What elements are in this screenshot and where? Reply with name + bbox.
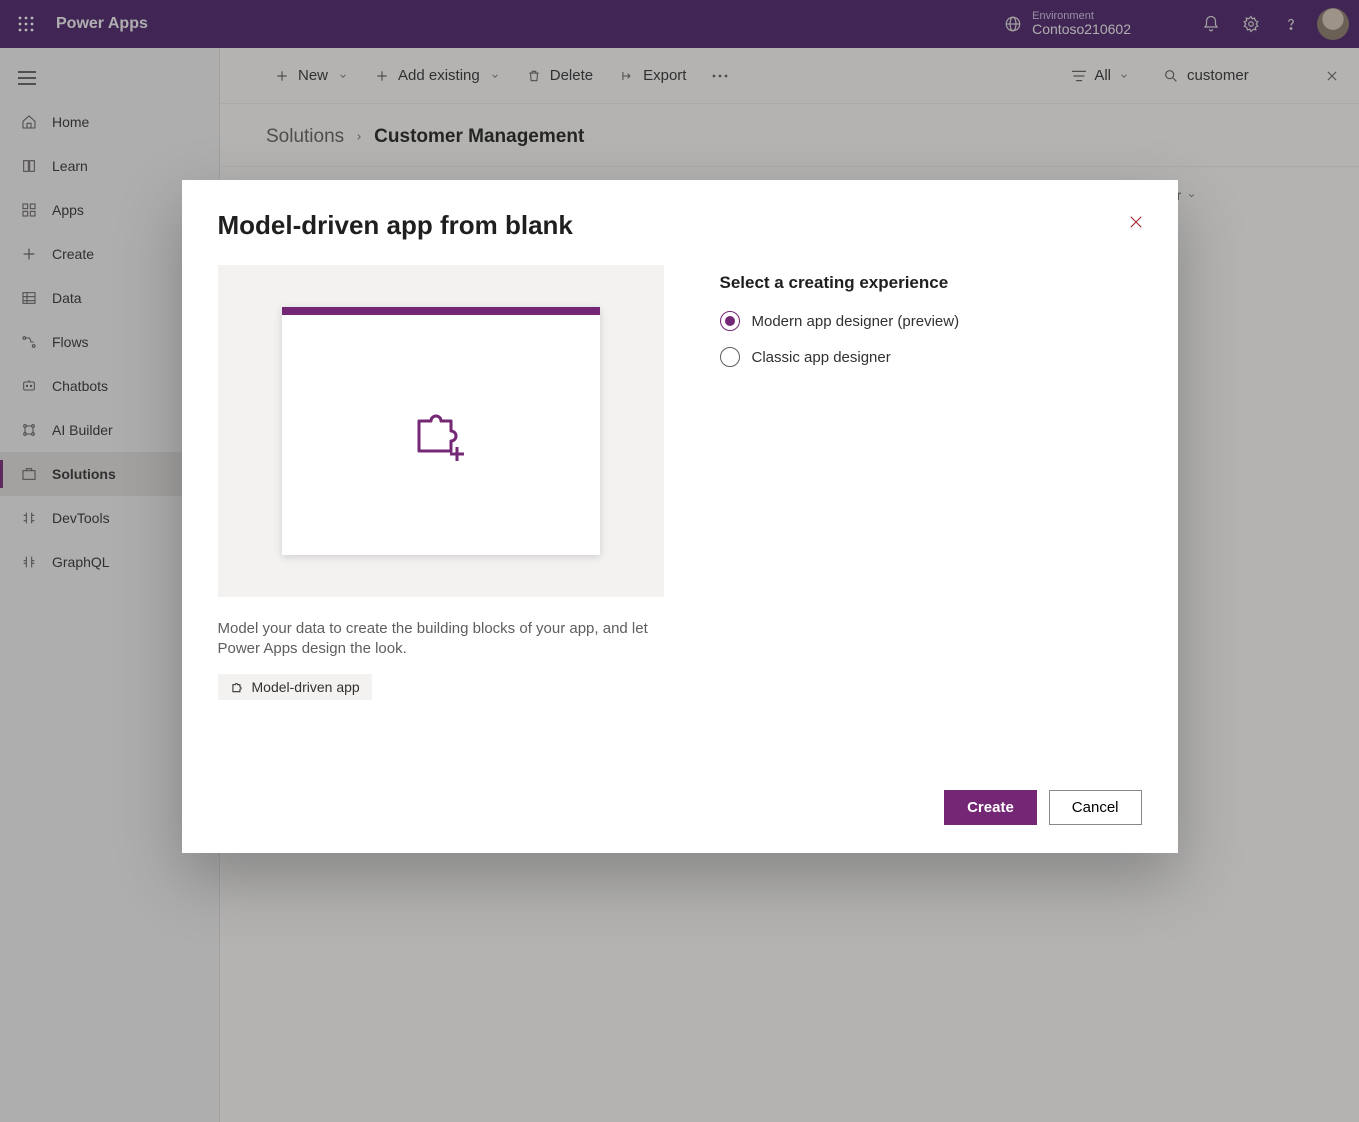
radio-modern-designer[interactable]: Modern app designer (preview) [720,311,960,331]
puzzle-plus-icon [409,407,473,463]
modal-scrim: Model-driven app from blank [0,0,1359,1122]
create-app-dialog: Model-driven app from blank [182,180,1178,853]
radio-icon [720,347,740,367]
puzzle-icon [230,680,244,694]
app-type-tag: Model-driven app [218,674,372,700]
create-button[interactable]: Create [944,790,1037,825]
radio-label: Modern app designer (preview) [752,313,960,330]
preview-thumbnail [218,265,664,597]
radio-label: Classic app designer [752,349,891,366]
dialog-description: Model your data to create the building b… [218,619,664,660]
tag-label: Model-driven app [252,679,360,695]
close-dialog-button[interactable] [1120,206,1152,238]
dialog-title: Model-driven app from blank [218,210,1142,241]
options-heading: Select a creating experience [720,273,960,293]
radio-classic-designer[interactable]: Classic app designer [720,347,960,367]
cancel-button[interactable]: Cancel [1049,790,1142,825]
radio-icon [720,311,740,331]
